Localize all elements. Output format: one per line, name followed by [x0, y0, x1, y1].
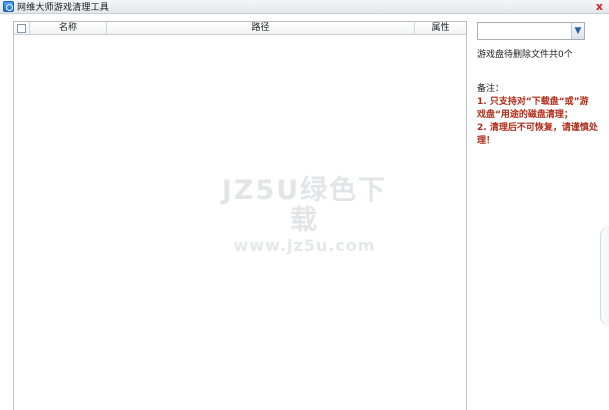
column-header-attr[interactable]: 属性: [415, 22, 466, 34]
delete-count-text: 游戏盘待删除文件共0个: [477, 50, 573, 60]
side-panel: ▼ 游戏盘待删除文件共0个 备注： 1. 只支持对“下载盘“或”游 戏盘“用途的…: [477, 22, 609, 148]
note-line-1: 1. 只支持对“下载盘“或”游: [477, 97, 589, 107]
note-line-3: 2. 清理后不可恢复，请谨慎处理！: [477, 123, 598, 146]
close-button[interactable]: x: [596, 0, 603, 13]
select-all-checkbox[interactable]: [17, 23, 26, 33]
notes-title: 备注：: [477, 84, 505, 94]
side-edge-decoration: [600, 226, 609, 326]
list-header: 名称 路径 属性: [14, 22, 466, 35]
column-header-name[interactable]: 名称: [30, 22, 107, 34]
select-all-cell: [14, 22, 30, 34]
title-bar: 网维大师游戏清理工具 x: [0, 0, 609, 14]
chevron-down-icon[interactable]: ▼: [571, 23, 584, 39]
drive-select[interactable]: ▼: [477, 22, 585, 40]
file-list-panel: 名称 路径 属性: [13, 21, 467, 410]
file-list-body[interactable]: [14, 35, 466, 410]
note-line-2: 戏盘“用途的磁盘清理；: [477, 110, 573, 120]
app-logo-icon: [3, 1, 14, 12]
window-title: 网维大师游戏清理工具: [17, 3, 110, 13]
column-header-path[interactable]: 路径: [107, 22, 415, 34]
